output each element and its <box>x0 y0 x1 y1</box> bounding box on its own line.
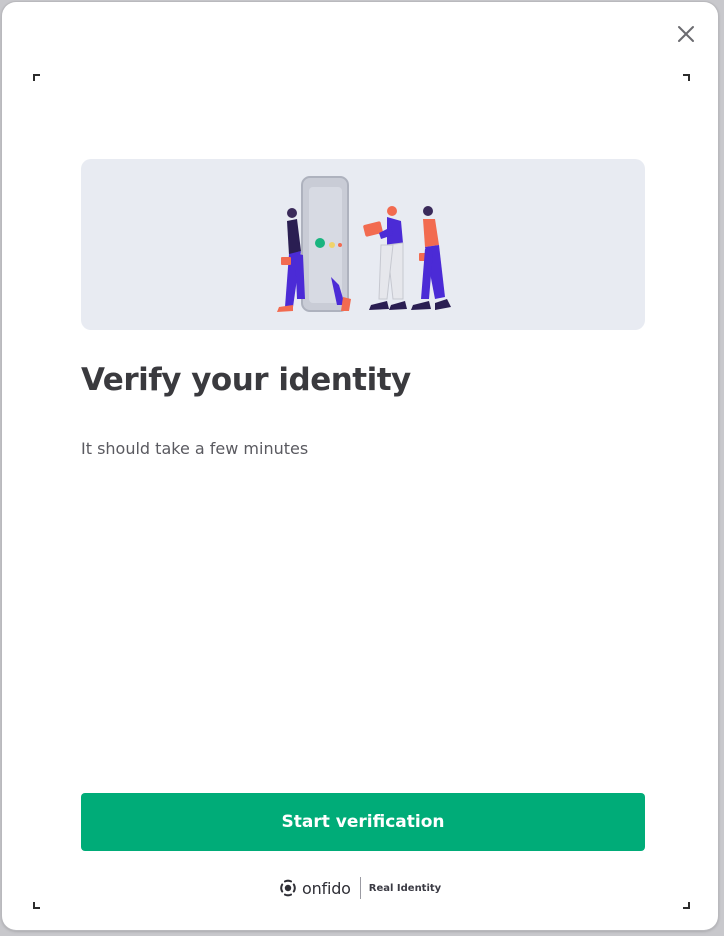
people-with-phone-illustration <box>277 176 451 312</box>
person-two <box>363 206 407 310</box>
page-subtitle: It should take a few minutes <box>81 439 309 458</box>
status-dot-green <box>315 238 325 248</box>
frame-corner-bottom-right <box>683 902 690 909</box>
verification-modal: Verify your identity It should take a fe… <box>2 2 718 930</box>
frame-corner-top-left <box>33 74 40 81</box>
close-button[interactable] <box>674 22 698 46</box>
brand-tagline: Real Identity <box>368 882 442 894</box>
welcome-illustration <box>81 159 645 330</box>
person-one <box>277 208 305 312</box>
frame-corner-top-right <box>683 74 690 81</box>
status-dot-yellow <box>329 242 335 248</box>
footer-divider <box>359 877 361 899</box>
person-three <box>411 206 451 310</box>
onfido-logo-icon <box>280 879 296 897</box>
page-title: Verify your identity <box>81 362 411 398</box>
brand-name: onfido <box>302 878 351 898</box>
close-icon <box>678 26 694 42</box>
status-dot-orange <box>338 243 342 247</box>
footer-branding: onfido Real Identity <box>279 876 441 900</box>
frame-corner-bottom-left <box>33 902 40 909</box>
start-verification-button[interactable]: Start verification <box>81 793 645 851</box>
